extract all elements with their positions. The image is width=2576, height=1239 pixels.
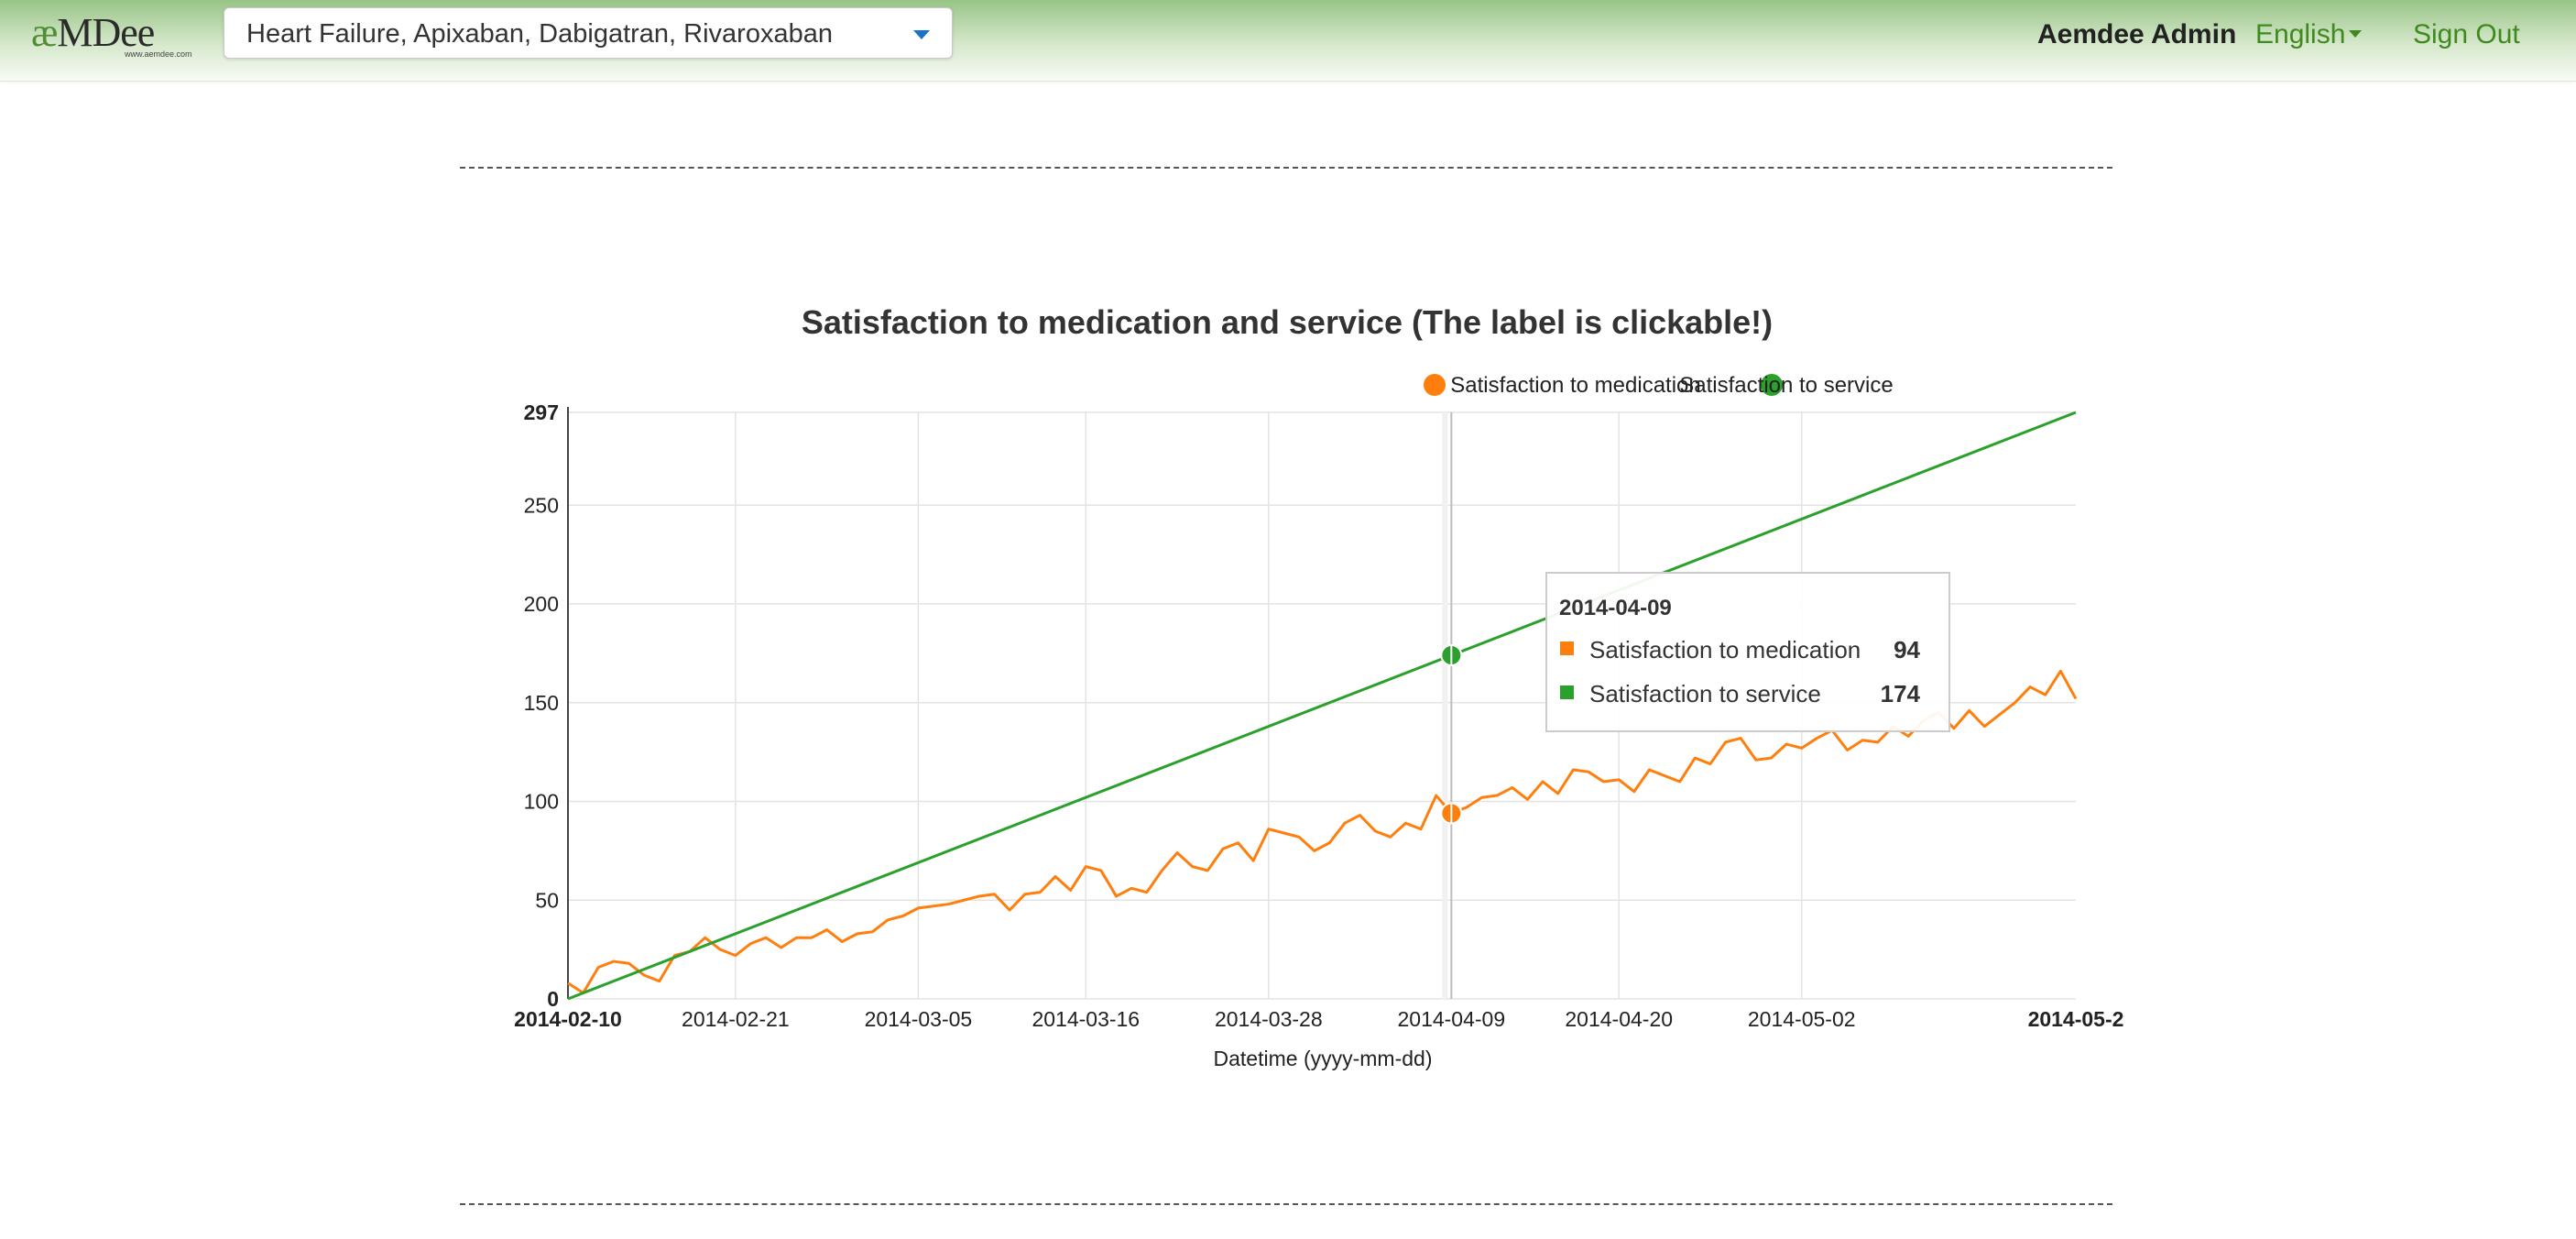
tooltip-label: Satisfaction to medication [1589,636,1861,663]
x-axis-label: Datetime (yyyy-mm-dd) [1214,1047,1433,1070]
y-tick-label: 297 [524,400,559,424]
x-tick-label: 2014-03-05 [865,1007,973,1031]
legend-label-medication: Satisfaction to medication [1450,373,1700,398]
x-tick-label: 2014-03-16 [1031,1007,1140,1031]
y-axis-ticks: 297250200150100500 [524,400,559,1011]
y-tick-label: 150 [524,691,559,715]
tooltip-swatch [1560,685,1574,699]
x-tick-label: 2014-02-21 [682,1007,790,1031]
tooltip-date: 2014-04-09 [1559,596,1672,620]
tooltip-label: Satisfaction to service [1589,680,1821,707]
x-tick-label: 2014-02-10 [514,1007,622,1031]
tooltip-swatch [1560,641,1574,655]
tooltip-value: 174 [1881,680,1921,707]
y-tick-label: 250 [524,493,559,517]
section-divider-bottom [460,1203,2112,1205]
x-tick-label: 2014-05-2 [2028,1007,2124,1031]
x-tick-label: 2014-03-28 [1215,1007,1323,1031]
y-tick-label: 50 [535,888,559,912]
y-tick-label: 200 [524,592,559,616]
chart-title: Satisfaction to medication and service (… [802,303,1773,341]
x-tick-label: 2014-05-02 [1748,1007,1856,1031]
chart-legend: Satisfaction to medicationSatisfaction t… [1424,373,1894,398]
legend-label-service: Satisfaction to service [1679,373,1893,398]
x-tick-label: 2014-04-20 [1565,1007,1673,1031]
y-tick-label: 100 [524,790,559,814]
hover-band [1442,412,1448,999]
hover-guide-line [1442,412,1453,999]
satisfaction-chart: Satisfaction to medication and service (… [514,303,2123,1070]
chart-tooltip: 2014-04-09 Satisfaction to medication 94 Sa… [1545,572,1950,732]
legend-swatch-medication [1424,374,1446,396]
x-tick-label: 2014-04-09 [1397,1007,1505,1031]
x-axis-ticks: 2014-02-10 2014-02-21 2014-03-05 2014-03-16… [514,1007,2123,1031]
tooltip-value: 94 [1894,636,1920,663]
